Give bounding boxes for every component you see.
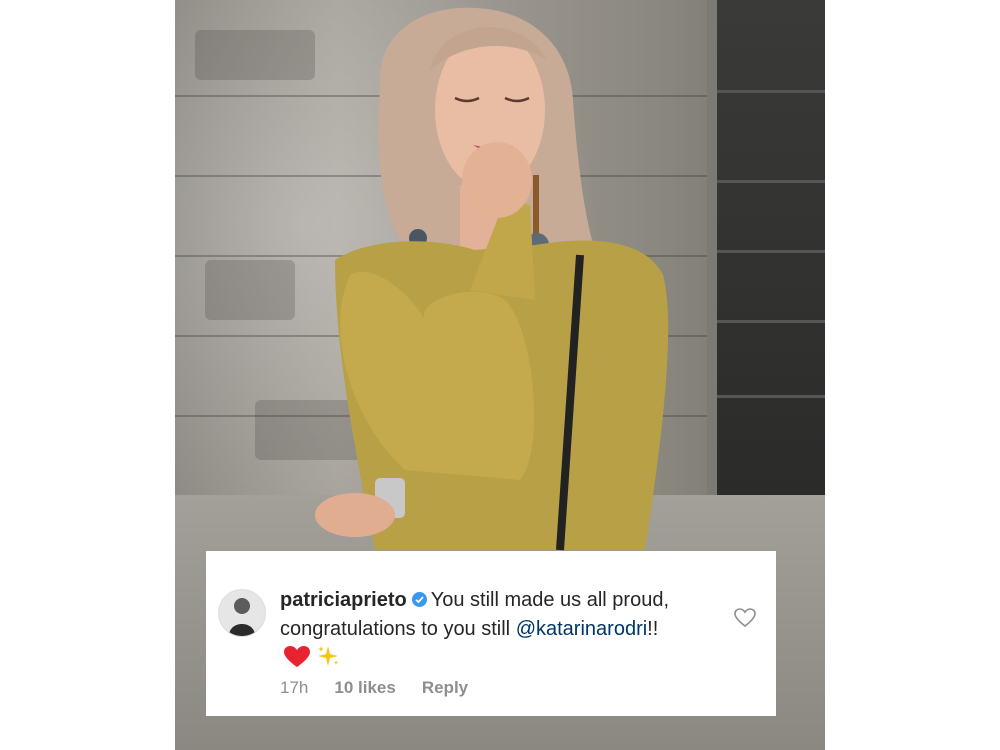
comment-suffix: !!: [647, 618, 659, 640]
avatar-person-icon: [219, 590, 265, 636]
comment-likes-count[interactable]: 10 likes: [334, 678, 395, 698]
comment-mention-link[interactable]: @katarinarodri: [516, 618, 647, 640]
like-comment-heart-icon[interactable]: [734, 608, 756, 628]
verified-badge-icon: [411, 592, 427, 607]
commenter-avatar[interactable]: [218, 589, 266, 637]
comment-body: patriciaprieto You still made us all prou…: [280, 586, 680, 677]
comment-timestamp: 17h: [280, 678, 309, 697]
reply-button[interactable]: Reply: [422, 678, 468, 698]
comment-username[interactable]: patriciaprieto: [280, 589, 407, 611]
sparkles-emoji-icon: [316, 644, 340, 677]
comment-meta: 17h 10 likes Reply: [280, 678, 468, 698]
heart-emoji-icon: [284, 646, 310, 677]
comment-card: patriciaprieto You still made us all prou…: [206, 551, 776, 716]
